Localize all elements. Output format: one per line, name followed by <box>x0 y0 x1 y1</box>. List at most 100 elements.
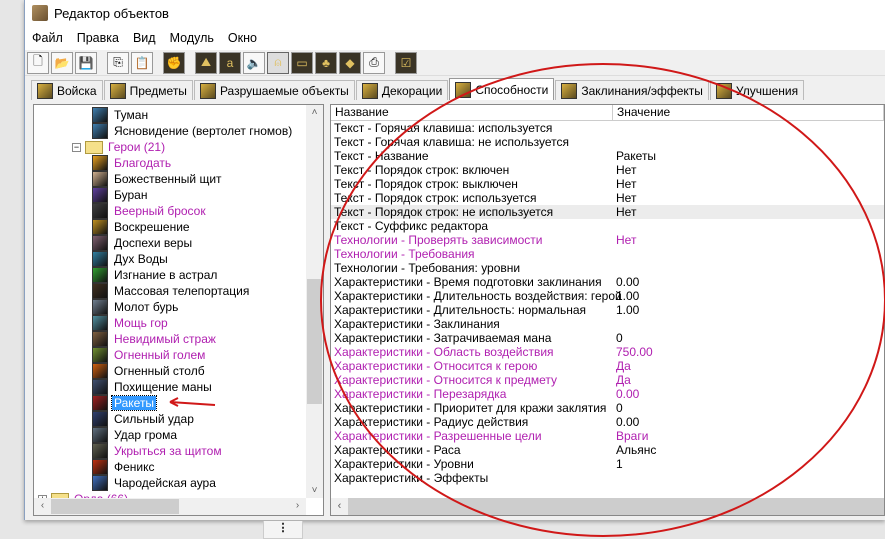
test-map-button[interactable]: ☑ <box>395 51 417 74</box>
tree-item[interactable]: Феникс <box>34 459 306 475</box>
property-row[interactable]: Текст - Порядок строк: не используется Не… <box>331 205 884 219</box>
tree-horizontal-scrollbar[interactable]: ‹ › <box>34 498 306 515</box>
destructibles-button[interactable]: ♣ <box>315 51 337 74</box>
tree-item[interactable]: Божественный щит <box>34 171 306 187</box>
tree-item[interactable]: Воскрешение <box>34 219 306 235</box>
open-button[interactable]: 📂 <box>51 51 73 74</box>
text-button[interactable]: a <box>219 51 241 74</box>
tab-5[interactable]: Заклинания/эффекты <box>555 80 709 100</box>
property-row[interactable]: Технологии - Требования: уровни <box>331 261 884 275</box>
tree-item[interactable]: Буран <box>34 187 306 203</box>
import-button[interactable]: ⎙ <box>363 51 385 74</box>
property-row[interactable]: Характеристики - Перезарядка 0.00 <box>331 387 884 401</box>
tree-folder-heroes[interactable]: − Герои (21) <box>34 139 306 155</box>
property-row[interactable]: Текст - Суффикс редактора <box>331 219 884 233</box>
copy-button[interactable]: ⎘ <box>107 51 129 74</box>
tab-2[interactable]: Разрушаемые объекты <box>193 80 355 100</box>
property-row[interactable]: Характеристики - Область воздействия 750.… <box>331 345 884 359</box>
tree-item[interactable]: Чародейская аура <box>34 475 306 491</box>
tree-item-label: Благодать <box>114 156 172 170</box>
tree-item[interactable]: Доспехи веры <box>34 235 306 251</box>
terrain-button[interactable]: ⛰ <box>195 51 217 74</box>
menu-2[interactable]: Вид <box>126 31 163 45</box>
property-row[interactable]: Характеристики - Приоритет для кражи зак… <box>331 401 884 415</box>
property-row[interactable]: Характеристики - Длительность воздействи… <box>331 289 884 303</box>
tree-item[interactable]: Ракеты <box>34 395 306 411</box>
property-name: Характеристики - Область воздействия <box>334 345 554 359</box>
menu-0[interactable]: Файл <box>25 31 70 45</box>
tree-item[interactable]: Веерный бросок <box>34 203 306 219</box>
property-row[interactable]: Характеристики - Уровни 1 <box>331 457 884 471</box>
property-row[interactable]: Технологии - Проверять зависимости Нет <box>331 233 884 247</box>
property-row[interactable]: Технологии - Требования <box>331 247 884 261</box>
column-header-name[interactable]: Название <box>331 105 613 120</box>
tree-item[interactable]: Туман <box>34 107 306 123</box>
property-row[interactable]: Характеристики - Относится к герою Да <box>331 359 884 373</box>
new-button[interactable]: 🗋 <box>27 51 49 74</box>
property-value: Нет <box>616 163 637 177</box>
tab-1[interactable]: Предметы <box>103 80 193 100</box>
tree-item[interactable]: Сильный удар <box>34 411 306 427</box>
tree-item[interactable]: Удар грома <box>34 427 306 443</box>
tree-item[interactable]: Дух Воды <box>34 251 306 267</box>
save-button[interactable]: 💾 <box>75 51 97 74</box>
collapse-icon[interactable]: − <box>72 142 81 152</box>
property-row[interactable]: Характеристики - Эффекты <box>331 471 884 485</box>
tree-item[interactable]: Невидимый страж <box>34 331 306 347</box>
column-header-value[interactable]: Значение <box>613 105 884 120</box>
units-button[interactable]: ⍝ <box>267 51 289 74</box>
tab-6[interactable]: Улучшения <box>709 80 805 100</box>
ability-icon <box>92 459 108 475</box>
window-title: Редактор объектов <box>54 5 169 21</box>
property-name: Технологии - Требования <box>334 247 475 261</box>
doodads-button[interactable]: ◆ <box>339 51 361 74</box>
items-button[interactable]: ▭ <box>291 51 313 74</box>
property-row[interactable]: Характеристики - Разрешенные цели Враги <box>331 429 884 443</box>
menu-3[interactable]: Модуль <box>163 31 221 45</box>
tab-0[interactable]: Войска <box>31 80 103 100</box>
menu-1[interactable]: Правка <box>70 31 126 45</box>
tree-item-label: Воскрешение <box>114 220 190 234</box>
tree-item[interactable]: Ясновидение (вертолет гномов) <box>34 123 306 139</box>
property-row[interactable]: Текст - Горячая клавиша: используется <box>331 121 884 135</box>
property-name: Характеристики - Относится к герою <box>334 359 538 373</box>
property-row[interactable]: Характеристики - Раса Альянс <box>331 443 884 457</box>
property-value: 0.00 <box>616 387 640 401</box>
tree-item[interactable]: Благодать <box>34 155 306 171</box>
paste-button[interactable]: 📋 <box>131 51 153 74</box>
property-row[interactable]: Характеристики - Радиус действия 0.00 <box>331 415 884 429</box>
abilities-button[interactable]: ✊ <box>163 51 185 74</box>
menu-4[interactable]: Окно <box>221 31 264 45</box>
property-row[interactable]: Текст - Порядок строк: выключен Нет <box>331 177 884 191</box>
tree-item[interactable]: Огненный столб <box>34 363 306 379</box>
tab-4[interactable]: Способности <box>449 78 555 100</box>
tree-item[interactable]: Похищение маны <box>34 379 306 395</box>
property-row[interactable]: Текст - Название Ракеты <box>331 149 884 163</box>
property-value: 0 <box>616 331 623 345</box>
property-row[interactable]: Характеристики - Относится к предмету Да <box>331 373 884 387</box>
tab-3[interactable]: Декорации <box>355 80 449 100</box>
tree-vertical-scrollbar[interactable]: ˄ ˅ <box>306 105 323 498</box>
units-icon: ⍝ <box>274 55 282 69</box>
props-horizontal-scrollbar[interactable]: ‹ <box>331 498 884 515</box>
tree-item[interactable]: Мощь гор <box>34 315 306 331</box>
property-row[interactable]: Характеристики - Длительность: нормальна… <box>331 303 884 317</box>
splitter-grip[interactable]: ⋮ <box>263 521 303 539</box>
property-name: Технологии - Проверять зависимости <box>334 233 543 247</box>
property-row[interactable]: Характеристики - Затрачиваемая мана 0 <box>331 331 884 345</box>
ability-icon <box>92 203 108 219</box>
tab-label: Предметы <box>129 83 187 98</box>
property-row[interactable]: Текст - Порядок строк: используется Нет <box>331 191 884 205</box>
tree-item[interactable]: Изгнание в астрал <box>34 267 306 283</box>
sound-button[interactable]: 🔈 <box>243 51 265 74</box>
property-row[interactable]: Текст - Порядок строк: включен Нет <box>331 163 884 177</box>
tree-folder-horde[interactable]: +Орда (66) <box>34 491 306 498</box>
property-row[interactable]: Характеристики - Время подготовки заклин… <box>331 275 884 289</box>
property-name: Характеристики - Длительность воздействи… <box>334 289 622 303</box>
tree-item[interactable]: Укрыться за щитом <box>34 443 306 459</box>
property-row[interactable]: Текст - Горячая клавиша: не используется <box>331 135 884 149</box>
tree-item[interactable]: Молот бурь <box>34 299 306 315</box>
tree-item[interactable]: Массовая телепортация <box>34 283 306 299</box>
tree-item[interactable]: Огненный голем <box>34 347 306 363</box>
property-row[interactable]: Характеристики - Заклинания <box>331 317 884 331</box>
